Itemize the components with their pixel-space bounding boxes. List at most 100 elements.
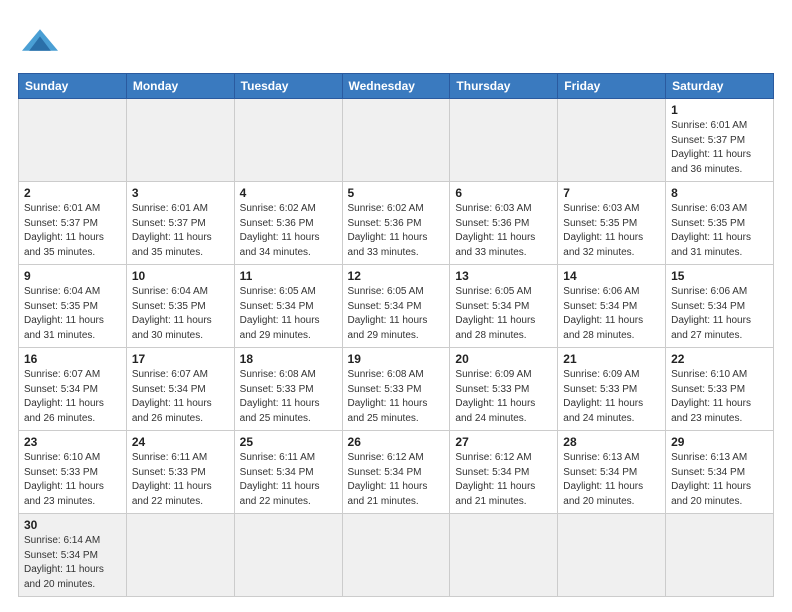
weekday-sunday: Sunday: [19, 74, 127, 99]
calendar-cell: 3Sunrise: 6:01 AM Sunset: 5:37 PM Daylig…: [126, 182, 234, 265]
calendar-cell: [234, 99, 342, 182]
day-number: 22: [671, 352, 768, 366]
day-info: Sunrise: 6:01 AM Sunset: 5:37 PM Dayligh…: [671, 119, 768, 177]
day-info: Sunrise: 6:09 AM Sunset: 5:33 PM Dayligh…: [455, 368, 552, 426]
calendar-cell: [126, 99, 234, 182]
weekday-saturday: Saturday: [666, 74, 774, 99]
day-info: Sunrise: 6:03 AM Sunset: 5:36 PM Dayligh…: [455, 202, 552, 260]
day-number: 26: [348, 435, 445, 449]
day-info: Sunrise: 6:14 AM Sunset: 5:34 PM Dayligh…: [24, 534, 121, 592]
weekday-tuesday: Tuesday: [234, 74, 342, 99]
day-number: 12: [348, 269, 445, 283]
day-info: Sunrise: 6:13 AM Sunset: 5:34 PM Dayligh…: [671, 451, 768, 509]
day-info: Sunrise: 6:06 AM Sunset: 5:34 PM Dayligh…: [671, 285, 768, 343]
calendar-cell: 8Sunrise: 6:03 AM Sunset: 5:35 PM Daylig…: [666, 182, 774, 265]
day-info: Sunrise: 6:04 AM Sunset: 5:35 PM Dayligh…: [132, 285, 229, 343]
calendar-cell: 22 Sunrise: 6:10 AM Sunset: 5:33 PM Dayli…: [666, 348, 774, 431]
calendar-cell: 16Sunrise: 6:07 AM Sunset: 5:34 PM Dayli…: [19, 348, 127, 431]
day-number: 2: [24, 186, 121, 200]
day-number: 3: [132, 186, 229, 200]
calendar-cell: [234, 514, 342, 597]
calendar-cell: 20 Sunrise: 6:09 AM Sunset: 5:33 PM Dayli…: [450, 348, 558, 431]
calendar-cell: [450, 99, 558, 182]
calendar-cell: 6 Sunrise: 6:03 AM Sunset: 5:36 PM Daylig…: [450, 182, 558, 265]
calendar-cell: 21 Sunrise: 6:09 AM Sunset: 5:33 PM Dayli…: [558, 348, 666, 431]
day-number: 27: [455, 435, 552, 449]
day-info: Sunrise: 6:11 AM Sunset: 5:34 PM Dayligh…: [240, 451, 337, 509]
calendar-cell: 14Sunrise: 6:06 AM Sunset: 5:34 PM Dayli…: [558, 265, 666, 348]
day-info: Sunrise: 6:05 AM Sunset: 5:34 PM Dayligh…: [455, 285, 552, 343]
day-number: 16: [24, 352, 121, 366]
day-info: Sunrise: 6:11 AM Sunset: 5:33 PM Dayligh…: [132, 451, 229, 509]
day-number: 5: [348, 186, 445, 200]
day-info: Sunrise: 6:12 AM Sunset: 5:34 PM Dayligh…: [455, 451, 552, 509]
day-number: 21: [563, 352, 660, 366]
week-row-5: 30 Sunrise: 6:14 AM Sunset: 5:34 PM Dayli…: [19, 514, 774, 597]
week-row-4: 23 Sunrise: 6:10 AM Sunset: 5:33 PM Dayli…: [19, 431, 774, 514]
logo: [18, 22, 58, 63]
day-info: Sunrise: 6:10 AM Sunset: 5:33 PM Dayligh…: [24, 451, 121, 509]
day-number: 24: [132, 435, 229, 449]
calendar-cell: 5 Sunrise: 6:02 AM Sunset: 5:36 PM Daylig…: [342, 182, 450, 265]
calendar-cell: 7 Sunrise: 6:03 AM Sunset: 5:35 PM Daylig…: [558, 182, 666, 265]
day-info: Sunrise: 6:05 AM Sunset: 5:34 PM Dayligh…: [348, 285, 445, 343]
day-info: Sunrise: 6:08 AM Sunset: 5:33 PM Dayligh…: [240, 368, 337, 426]
day-number: 17: [132, 352, 229, 366]
day-info: Sunrise: 6:07 AM Sunset: 5:34 PM Dayligh…: [132, 368, 229, 426]
calendar-cell: 4 Sunrise: 6:02 AM Sunset: 5:36 PM Daylig…: [234, 182, 342, 265]
calendar-cell: 27 Sunrise: 6:12 AM Sunset: 5:34 PM Dayli…: [450, 431, 558, 514]
weekday-monday: Monday: [126, 74, 234, 99]
calendar-cell: 25Sunrise: 6:11 AM Sunset: 5:34 PM Dayli…: [234, 431, 342, 514]
calendar-cell: 19Sunrise: 6:08 AM Sunset: 5:33 PM Dayli…: [342, 348, 450, 431]
calendar-cell: 12 Sunrise: 6:05 AM Sunset: 5:34 PM Dayli…: [342, 265, 450, 348]
weekday-thursday: Thursday: [450, 74, 558, 99]
day-info: Sunrise: 6:13 AM Sunset: 5:34 PM Dayligh…: [563, 451, 660, 509]
calendar-cell: [666, 514, 774, 597]
day-info: Sunrise: 6:02 AM Sunset: 5:36 PM Dayligh…: [348, 202, 445, 260]
day-number: 10: [132, 269, 229, 283]
week-row-1: 2 Sunrise: 6:01 AM Sunset: 5:37 PM Daylig…: [19, 182, 774, 265]
day-number: 7: [563, 186, 660, 200]
day-info: Sunrise: 6:05 AM Sunset: 5:34 PM Dayligh…: [240, 285, 337, 343]
calendar-cell: [342, 99, 450, 182]
calendar-cell: 11Sunrise: 6:05 AM Sunset: 5:34 PM Dayli…: [234, 265, 342, 348]
day-number: 23: [24, 435, 121, 449]
header: [18, 18, 774, 63]
calendar-cell: 17 Sunrise: 6:07 AM Sunset: 5:34 PM Dayli…: [126, 348, 234, 431]
day-info: Sunrise: 6:09 AM Sunset: 5:33 PM Dayligh…: [563, 368, 660, 426]
logo-icon: [22, 22, 58, 58]
calendar-cell: [342, 514, 450, 597]
day-info: Sunrise: 6:10 AM Sunset: 5:33 PM Dayligh…: [671, 368, 768, 426]
calendar-cell: 26 Sunrise: 6:12 AM Sunset: 5:34 PM Dayli…: [342, 431, 450, 514]
calendar-cell: 24 Sunrise: 6:11 AM Sunset: 5:33 PM Dayli…: [126, 431, 234, 514]
day-info: Sunrise: 6:01 AM Sunset: 5:37 PM Dayligh…: [24, 202, 121, 260]
day-info: Sunrise: 6:12 AM Sunset: 5:34 PM Dayligh…: [348, 451, 445, 509]
day-number: 15: [671, 269, 768, 283]
day-info: Sunrise: 6:02 AM Sunset: 5:36 PM Dayligh…: [240, 202, 337, 260]
page: SundayMondayTuesdayWednesdayThursdayFrid…: [0, 0, 792, 607]
calendar-header: SundayMondayTuesdayWednesdayThursdayFrid…: [19, 74, 774, 99]
calendar-cell: [450, 514, 558, 597]
calendar-cell: 13 Sunrise: 6:05 AM Sunset: 5:34 PM Dayli…: [450, 265, 558, 348]
calendar-cell: [558, 514, 666, 597]
calendar-cell: 23 Sunrise: 6:10 AM Sunset: 5:33 PM Dayli…: [19, 431, 127, 514]
day-info: Sunrise: 6:03 AM Sunset: 5:35 PM Dayligh…: [563, 202, 660, 260]
day-info: Sunrise: 6:08 AM Sunset: 5:33 PM Dayligh…: [348, 368, 445, 426]
day-number: 30: [24, 518, 121, 532]
day-number: 20: [455, 352, 552, 366]
day-number: 6: [455, 186, 552, 200]
day-number: 28: [563, 435, 660, 449]
day-number: 18: [240, 352, 337, 366]
day-number: 8: [671, 186, 768, 200]
day-number: 9: [24, 269, 121, 283]
weekday-friday: Friday: [558, 74, 666, 99]
day-number: 13: [455, 269, 552, 283]
calendar-cell: [558, 99, 666, 182]
calendar-cell: [19, 99, 127, 182]
week-row-2: 9 Sunrise: 6:04 AM Sunset: 5:35 PM Daylig…: [19, 265, 774, 348]
calendar-cell: 28 Sunrise: 6:13 AM Sunset: 5:34 PM Dayli…: [558, 431, 666, 514]
day-number: 4: [240, 186, 337, 200]
day-info: Sunrise: 6:04 AM Sunset: 5:35 PM Dayligh…: [24, 285, 121, 343]
calendar-cell: [126, 514, 234, 597]
calendar-body: 1Sunrise: 6:01 AM Sunset: 5:37 PM Daylig…: [19, 99, 774, 597]
